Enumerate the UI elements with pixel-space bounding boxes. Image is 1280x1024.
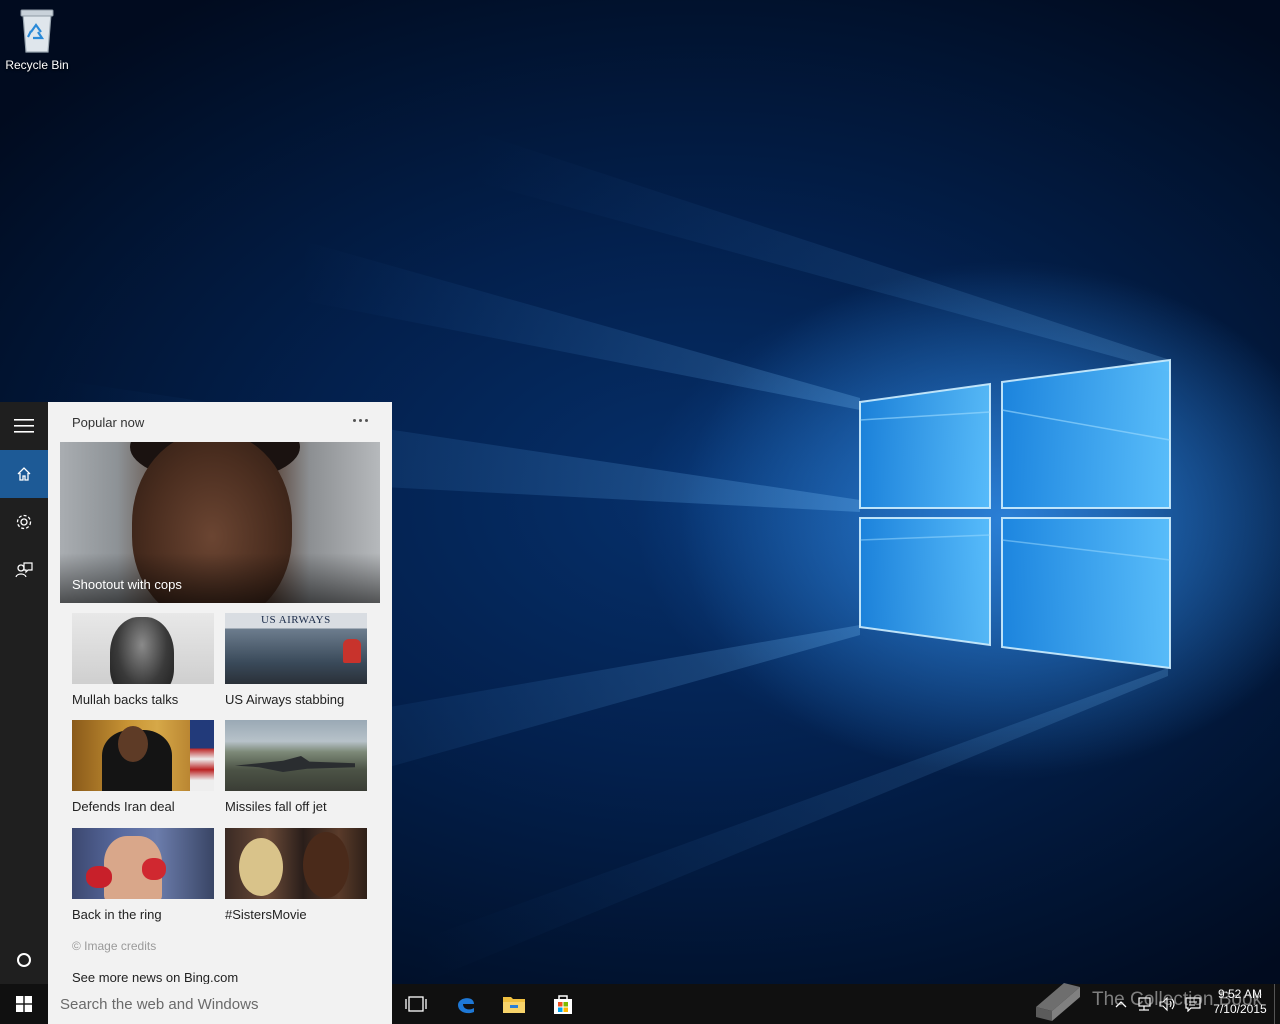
news-tile[interactable]: Mullah backs talks	[72, 613, 214, 707]
cortana-nav-rail	[0, 402, 48, 984]
feedback-button[interactable]	[0, 546, 48, 594]
news-thumbnail	[72, 720, 214, 791]
file-explorer-button[interactable]	[490, 984, 538, 1024]
image-credits-link[interactable]: © Image credits	[72, 939, 156, 953]
news-caption: #SistersMovie	[225, 907, 307, 922]
search-box[interactable]	[48, 984, 392, 1024]
news-caption: US Airways stabbing	[225, 692, 345, 707]
news-tile[interactable]: Back in the ring	[72, 828, 214, 922]
start-button[interactable]	[0, 984, 48, 1024]
news-tile[interactable]: Missiles fall off jet	[225, 720, 367, 814]
book-icon	[1036, 983, 1080, 1021]
section-title: Popular now	[72, 415, 145, 430]
windows-start-icon	[16, 996, 32, 1012]
recycle-bin-shortcut[interactable]: Recycle Bin	[2, 6, 72, 72]
hamburger-menu-icon	[14, 419, 34, 433]
more-options-button[interactable]	[348, 410, 372, 430]
news-thumbnail: US AIRWAYS	[225, 613, 367, 684]
feedback-icon	[15, 562, 33, 578]
cortana-circle-icon	[17, 953, 31, 967]
thumbnail-sign-text: US AIRWAYS	[261, 614, 331, 626]
watermark-text: The Collection Book	[1092, 989, 1263, 1010]
more-options-icon	[352, 418, 368, 422]
hamburger-menu-button[interactable]	[0, 402, 48, 450]
settings-icon	[16, 514, 32, 530]
edge-icon	[458, 998, 474, 1014]
news-thumbnail	[225, 720, 367, 791]
news-caption: Back in the ring	[72, 907, 162, 922]
watermark: The Collection Book	[1030, 975, 1270, 1024]
news-thumbnail	[72, 613, 214, 684]
hero-caption: Shootout with cops	[72, 577, 182, 592]
recycle-bin-icon	[20, 9, 54, 53]
news-tile[interactable]: #SistersMovie	[225, 828, 367, 922]
home-button[interactable]	[0, 450, 48, 498]
show-desktop-button[interactable]	[1274, 984, 1280, 1024]
home-icon	[17, 467, 31, 481]
edge-button[interactable]	[442, 984, 490, 1024]
news-caption: Defends Iran deal	[72, 799, 175, 814]
news-thumbnail	[225, 828, 367, 899]
settings-button[interactable]	[0, 498, 48, 546]
news-caption: Missiles fall off jet	[225, 799, 327, 814]
folder-icon	[503, 997, 525, 1013]
hero-news-card[interactable]: Shootout with cops	[60, 442, 380, 603]
task-view-button[interactable]	[392, 984, 440, 1024]
see-more-news-link[interactable]: See more news on Bing.com	[72, 970, 238, 985]
search-input[interactable]	[48, 984, 392, 1024]
news-tile[interactable]: US AIRWAYS US Airways stabbing	[225, 613, 367, 707]
cortana-news-panel: Popular now Shootout with cops Mullah ba…	[48, 402, 392, 985]
news-thumbnail	[72, 828, 214, 899]
news-caption: Mullah backs talks	[72, 692, 179, 707]
store-icon	[554, 995, 572, 1014]
task-view-icon	[405, 996, 427, 1012]
news-tile[interactable]: Defends Iran deal	[72, 720, 214, 814]
recycle-bin-label: Recycle Bin	[5, 58, 69, 72]
cortana-button[interactable]	[0, 936, 48, 984]
store-button[interactable]	[539, 984, 587, 1024]
